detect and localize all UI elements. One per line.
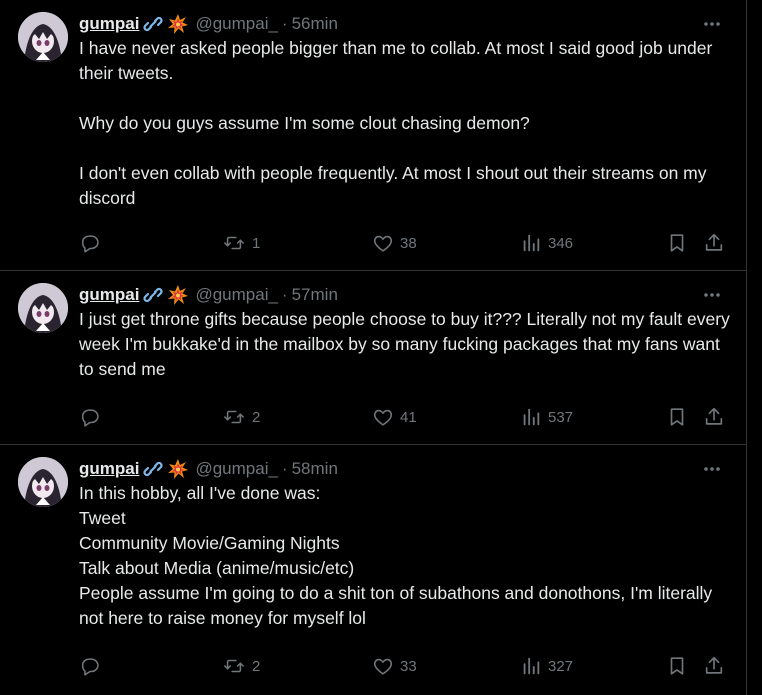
- handle[interactable]: @gumpai_: [195, 283, 277, 307]
- handle[interactable]: @gumpai_: [195, 457, 277, 481]
- bookmark-button[interactable]: [666, 229, 688, 257]
- tweet-text: I have never asked people bigger than me…: [79, 38, 713, 208]
- link-icon: [143, 14, 164, 34]
- display-name[interactable]: gumpai: [79, 283, 139, 307]
- heart-icon: [373, 235, 393, 252]
- avatar-image: [18, 457, 68, 507]
- tweet-actions: 2 41 537: [79, 403, 729, 431]
- collision-icon: [167, 284, 189, 306]
- more-options-icon[interactable]: [698, 459, 726, 479]
- tweet-content: gumpai @gumpai_ · 58min In this hobby, a…: [79, 457, 730, 631]
- share-button[interactable]: [703, 403, 725, 431]
- like-button[interactable]: 33: [372, 652, 417, 680]
- like-button[interactable]: 38: [372, 229, 417, 257]
- retweet-button[interactable]: 2: [222, 403, 260, 431]
- timestamp[interactable]: 57min: [292, 283, 338, 307]
- timestamp[interactable]: 56min: [292, 12, 338, 36]
- like-count: 38: [400, 234, 417, 252]
- tweet-text: I just get throne gifts because people c…: [79, 309, 735, 379]
- view-count: 537: [548, 408, 574, 426]
- reply-button[interactable]: [79, 403, 107, 431]
- retweet-count: 1: [252, 234, 261, 252]
- bookmark-button[interactable]: [666, 403, 688, 431]
- separator-dot: ·: [281, 459, 288, 478]
- bookmark-icon: [670, 657, 684, 675]
- separator-dot: ·: [281, 285, 288, 304]
- retweet-icon: [224, 410, 244, 424]
- retweet-icon: [224, 236, 244, 250]
- reply-icon: [81, 235, 99, 253]
- views-icon: [523, 408, 540, 426]
- bookmark-icon: [670, 408, 684, 426]
- tweet-header: gumpai @gumpai_ · 56min: [79, 12, 730, 36]
- heart-icon: [373, 409, 393, 426]
- retweet-icon: [224, 659, 244, 673]
- tweet-header: gumpai @gumpai_ · 58min: [79, 457, 730, 481]
- views-button[interactable]: 346: [520, 229, 573, 257]
- tweet-content: gumpai @gumpai_ · 56min I have never ask…: [79, 12, 730, 211]
- views-icon: [523, 234, 540, 252]
- reply-icon: [81, 409, 99, 427]
- retweet-count: 2: [252, 657, 261, 675]
- retweet-count: 2: [252, 408, 261, 426]
- more-options-icon[interactable]: [698, 285, 726, 305]
- reply-icon: [81, 658, 99, 676]
- tweet-actions: 1 38 346: [79, 229, 729, 257]
- timeline-feed: gumpai @gumpai_ · 56min I have never ask…: [0, 0, 747, 695]
- reply-button[interactable]: [79, 652, 107, 680]
- handle[interactable]: @gumpai_: [195, 12, 277, 36]
- avatar-image: [18, 283, 68, 333]
- reply-button[interactable]: [79, 229, 107, 257]
- tweet[interactable]: gumpai @gumpai_ · 58min In this hobby, a…: [0, 445, 746, 695]
- link-icon: [143, 285, 164, 305]
- tweet[interactable]: gumpai @gumpai_ · 56min I have never ask…: [0, 0, 746, 271]
- share-button[interactable]: [703, 229, 725, 257]
- collision-icon: [167, 13, 189, 35]
- bookmark-button[interactable]: [666, 652, 688, 680]
- retweet-button[interactable]: 1: [222, 229, 260, 257]
- avatar[interactable]: [18, 283, 68, 333]
- avatar[interactable]: [18, 12, 68, 62]
- avatar[interactable]: [18, 457, 68, 507]
- like-count: 33: [400, 657, 417, 675]
- view-count: 346: [548, 234, 574, 252]
- timestamp[interactable]: 58min: [292, 457, 338, 481]
- tweet[interactable]: gumpai @gumpai_ · 57min I just get thron…: [0, 271, 746, 445]
- view-count: 327: [548, 657, 574, 675]
- bookmark-icon: [670, 234, 684, 252]
- tweet-header: gumpai @gumpai_ · 57min: [79, 283, 730, 307]
- link-icon: [143, 459, 164, 479]
- tweet-text: In this hobby, all I've done was: Tweet …: [79, 483, 713, 628]
- share-icon: [705, 233, 723, 251]
- tweet-actions: 2 33 327: [79, 652, 729, 680]
- avatar-image: [18, 12, 68, 62]
- share-icon: [705, 407, 723, 425]
- like-count: 41: [400, 408, 417, 426]
- display-name[interactable]: gumpai: [79, 12, 139, 36]
- retweet-button[interactable]: 2: [222, 652, 260, 680]
- page-margin: [747, 0, 762, 695]
- share-icon: [705, 656, 723, 674]
- like-button[interactable]: 41: [372, 403, 417, 431]
- collision-icon: [167, 458, 189, 480]
- views-button[interactable]: 327: [520, 652, 573, 680]
- display-name[interactable]: gumpai: [79, 457, 139, 481]
- share-button[interactable]: [703, 652, 725, 680]
- separator-dot: ·: [281, 14, 288, 33]
- views-icon: [523, 657, 540, 675]
- heart-icon: [373, 658, 393, 675]
- views-button[interactable]: 537: [520, 403, 573, 431]
- more-options-icon[interactable]: [698, 14, 726, 34]
- tweet-content: gumpai @gumpai_ · 57min I just get thron…: [79, 283, 730, 382]
